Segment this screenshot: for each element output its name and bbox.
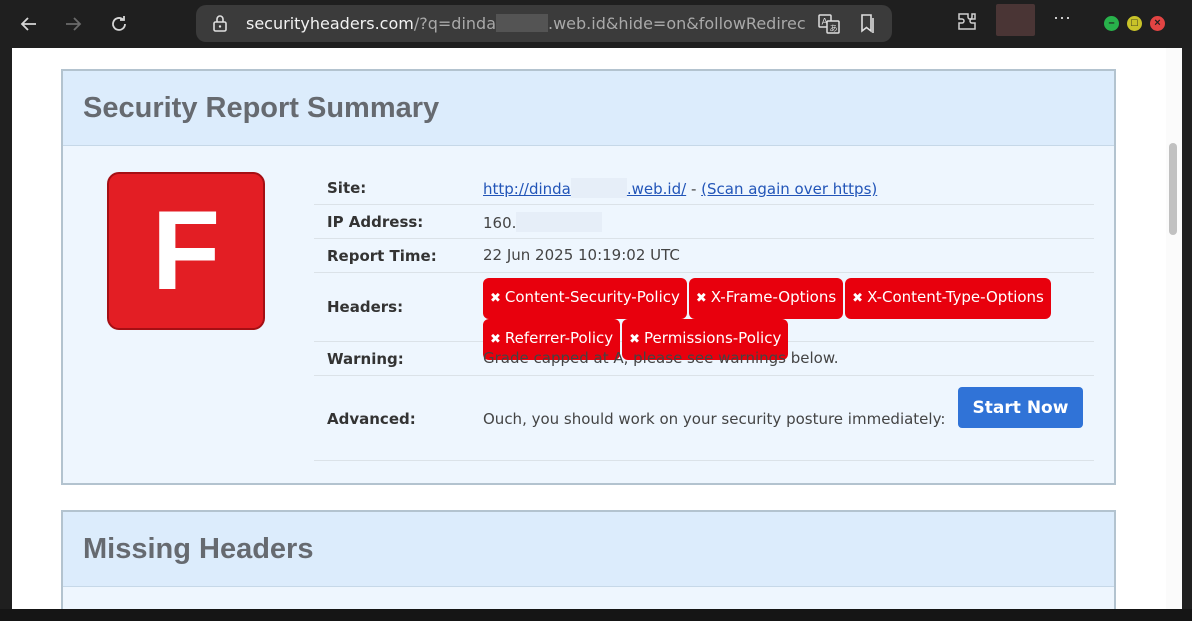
url-path-start: /?q=dinda bbox=[413, 14, 496, 33]
badge-csp[interactable]: ✖ Content-Security-Policy bbox=[483, 278, 687, 319]
extensions-icon[interactable] bbox=[956, 11, 978, 33]
reading-list-icon[interactable] bbox=[857, 12, 879, 34]
url-text[interactable]: securityheaders.com/?q=dinda .web.id&hide… bbox=[246, 14, 806, 33]
translate-icon[interactable]: Aあ bbox=[817, 12, 841, 36]
headers-label: Headers: bbox=[327, 298, 404, 316]
summary-title: Security Report Summary bbox=[83, 91, 440, 124]
profile-avatar[interactable] bbox=[996, 4, 1035, 36]
badge-x-frame-options[interactable]: ✖ X-Frame-Options bbox=[688, 278, 844, 319]
row-headers: Headers: ✖ Content-Security-Policy ✖ X-Fram… bbox=[314, 273, 1094, 360]
ip-label: IP Address: bbox=[327, 213, 424, 231]
minimize-icon: – bbox=[1108, 17, 1115, 29]
url-host: securityheaders.com bbox=[246, 14, 414, 33]
arrow-right-icon bbox=[66, 17, 82, 31]
summary-table: Site: http://dinda .web.id/ - (Scan again… bbox=[314, 170, 1094, 461]
ip-redaction bbox=[516, 212, 603, 232]
time-label: Report Time: bbox=[327, 247, 437, 265]
site-value: http://dinda .web.id/ - (Scan again over … bbox=[483, 178, 877, 198]
minimize-button[interactable]: – bbox=[1104, 16, 1119, 31]
time-value: 22 Jun 2025 10:19:02 UTC bbox=[483, 246, 680, 264]
lock-icon[interactable] bbox=[212, 14, 228, 32]
warning-value: Grade capped at A, please see warnings b… bbox=[483, 349, 839, 367]
grade-badge: F bbox=[107, 172, 265, 330]
close-icon: × bbox=[1154, 17, 1161, 29]
row-advanced: Advanced: Ouch, you should work on your … bbox=[314, 376, 1094, 461]
maximize-icon: □ bbox=[1131, 17, 1138, 29]
window-edge bbox=[1182, 48, 1192, 621]
missing-headers-header: Missing Headers bbox=[63, 512, 1114, 587]
refresh-icon bbox=[112, 16, 126, 31]
row-ip: IP Address: 160. bbox=[314, 205, 1094, 239]
row-site: Site: http://dinda .web.id/ - (Scan again… bbox=[314, 170, 1094, 205]
scrollbar-track[interactable] bbox=[1166, 48, 1182, 609]
advanced-value: Ouch, you should work on your security p… bbox=[483, 410, 946, 428]
reload-button[interactable] bbox=[104, 9, 134, 39]
missing-headers-title: Missing Headers bbox=[83, 532, 314, 565]
arrow-left-icon bbox=[20, 17, 36, 31]
badge-x-content-type-options[interactable]: ✖ X-Content-Type-Options bbox=[845, 278, 1051, 319]
rescan-link[interactable]: (Scan again over https) bbox=[701, 180, 877, 198]
browser-toolbar: securityheaders.com/?q=dinda .web.id&hide… bbox=[0, 0, 1192, 48]
row-warning: Warning: Grade capped at A, please see w… bbox=[314, 342, 1094, 376]
more-menu-icon[interactable]: ⋯ bbox=[1053, 8, 1072, 29]
back-button[interactable] bbox=[14, 9, 44, 39]
security-report-summary-card: Security Report Summary F Site: http://d… bbox=[61, 69, 1116, 485]
grade-letter: F bbox=[151, 188, 221, 313]
x-icon: ✖ bbox=[695, 291, 707, 306]
url-redaction bbox=[496, 14, 548, 32]
start-now-button[interactable]: Start Now bbox=[958, 387, 1083, 428]
address-bar[interactable]: securityheaders.com/?q=dinda .web.id&hide… bbox=[196, 5, 892, 42]
site-link[interactable]: http://dinda .web.id/ bbox=[483, 178, 686, 198]
site-separator: - bbox=[686, 180, 702, 198]
x-icon: ✖ bbox=[490, 291, 501, 306]
advanced-label: Advanced: bbox=[327, 410, 416, 428]
site-label: Site: bbox=[327, 179, 367, 197]
svg-text:あ: あ bbox=[830, 24, 838, 33]
taskbar-edge bbox=[0, 609, 1192, 621]
warning-label: Warning: bbox=[327, 350, 404, 368]
maximize-button[interactable]: □ bbox=[1127, 16, 1142, 31]
page-viewport: Security Report Summary F Site: http://d… bbox=[12, 48, 1166, 609]
x-icon: ✖ bbox=[852, 291, 864, 306]
url-path-end: .web.id&hide=on&followRedirects= bbox=[548, 14, 806, 33]
ip-value: 160. bbox=[483, 212, 603, 232]
missing-headers-card: Missing Headers bbox=[61, 510, 1116, 609]
forward-button[interactable] bbox=[58, 9, 88, 39]
close-button[interactable]: × bbox=[1150, 16, 1165, 31]
svg-text:A: A bbox=[822, 18, 829, 28]
row-report-time: Report Time: 22 Jun 2025 10:19:02 UTC bbox=[314, 239, 1094, 273]
scrollbar-thumb[interactable] bbox=[1169, 143, 1177, 235]
site-redaction bbox=[570, 178, 627, 198]
summary-card-header: Security Report Summary bbox=[63, 71, 1114, 146]
